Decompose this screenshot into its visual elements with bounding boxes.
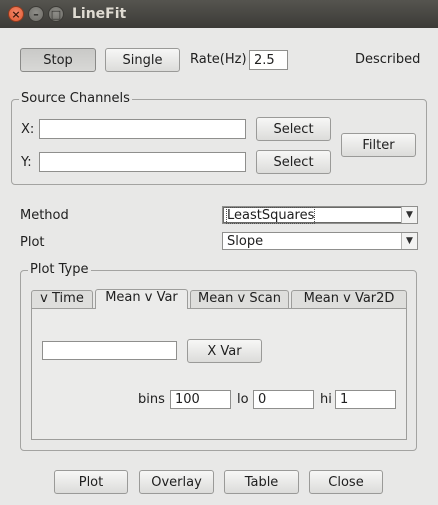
- rate-label: Rate(Hz): [190, 52, 247, 67]
- single-button[interactable]: Single: [105, 48, 180, 72]
- window-minimize-icon[interactable]: –: [28, 6, 44, 22]
- plot-label: Plot: [20, 235, 45, 250]
- window-maximize-icon[interactable]: □: [48, 6, 64, 22]
- plot-value: Slope: [227, 234, 264, 249]
- source-channels-title: Source Channels: [19, 91, 132, 106]
- xvar-input[interactable]: [42, 341, 177, 360]
- rate-input[interactable]: [249, 50, 288, 70]
- plot-dropdown[interactable]: Slope ▼: [222, 232, 418, 250]
- lo-label: lo: [237, 392, 249, 407]
- tab-v-time[interactable]: v Time: [31, 290, 93, 308]
- bins-input[interactable]: [170, 390, 231, 409]
- x-channel-label: X:: [21, 122, 35, 137]
- y-channel-input[interactable]: [39, 152, 246, 172]
- hi-label: hi: [320, 392, 332, 407]
- close-button[interactable]: Close: [309, 470, 383, 494]
- window-title: LineFit: [72, 6, 127, 22]
- x-select-button[interactable]: Select: [256, 117, 331, 141]
- stop-button[interactable]: Stop: [20, 48, 96, 72]
- overlay-button[interactable]: Overlay: [139, 470, 214, 494]
- lo-input[interactable]: [253, 390, 314, 409]
- tab-mean-v-scan[interactable]: Mean v Scan: [190, 290, 289, 308]
- method-dropdown[interactable]: LeastSquares ▼: [222, 206, 418, 224]
- plot-button[interactable]: Plot: [54, 470, 128, 494]
- xvar-button[interactable]: X Var: [187, 339, 262, 363]
- method-label: Method: [20, 208, 69, 223]
- tab-mean-v-var[interactable]: Mean v Var: [95, 289, 188, 309]
- method-value: LeastSquares: [225, 207, 316, 224]
- y-channel-label: Y:: [21, 155, 32, 170]
- bins-label: bins: [138, 392, 165, 407]
- window-close-icon[interactable]: ×: [8, 6, 24, 22]
- chevron-down-icon: ▼: [401, 233, 417, 249]
- plot-type-title: Plot Type: [28, 262, 91, 277]
- y-select-button[interactable]: Select: [256, 150, 331, 174]
- hi-input[interactable]: [335, 390, 396, 409]
- filter-button[interactable]: Filter: [341, 133, 416, 157]
- table-button[interactable]: Table: [224, 470, 299, 494]
- mean-v-var-panel: [31, 308, 407, 440]
- title-bar: × – □ LineFit: [0, 0, 438, 28]
- status-text: Described: [355, 52, 421, 67]
- chevron-down-icon: ▼: [401, 207, 417, 223]
- x-channel-input[interactable]: [39, 119, 246, 139]
- tab-mean-v-var2d[interactable]: Mean v Var2D: [291, 290, 407, 308]
